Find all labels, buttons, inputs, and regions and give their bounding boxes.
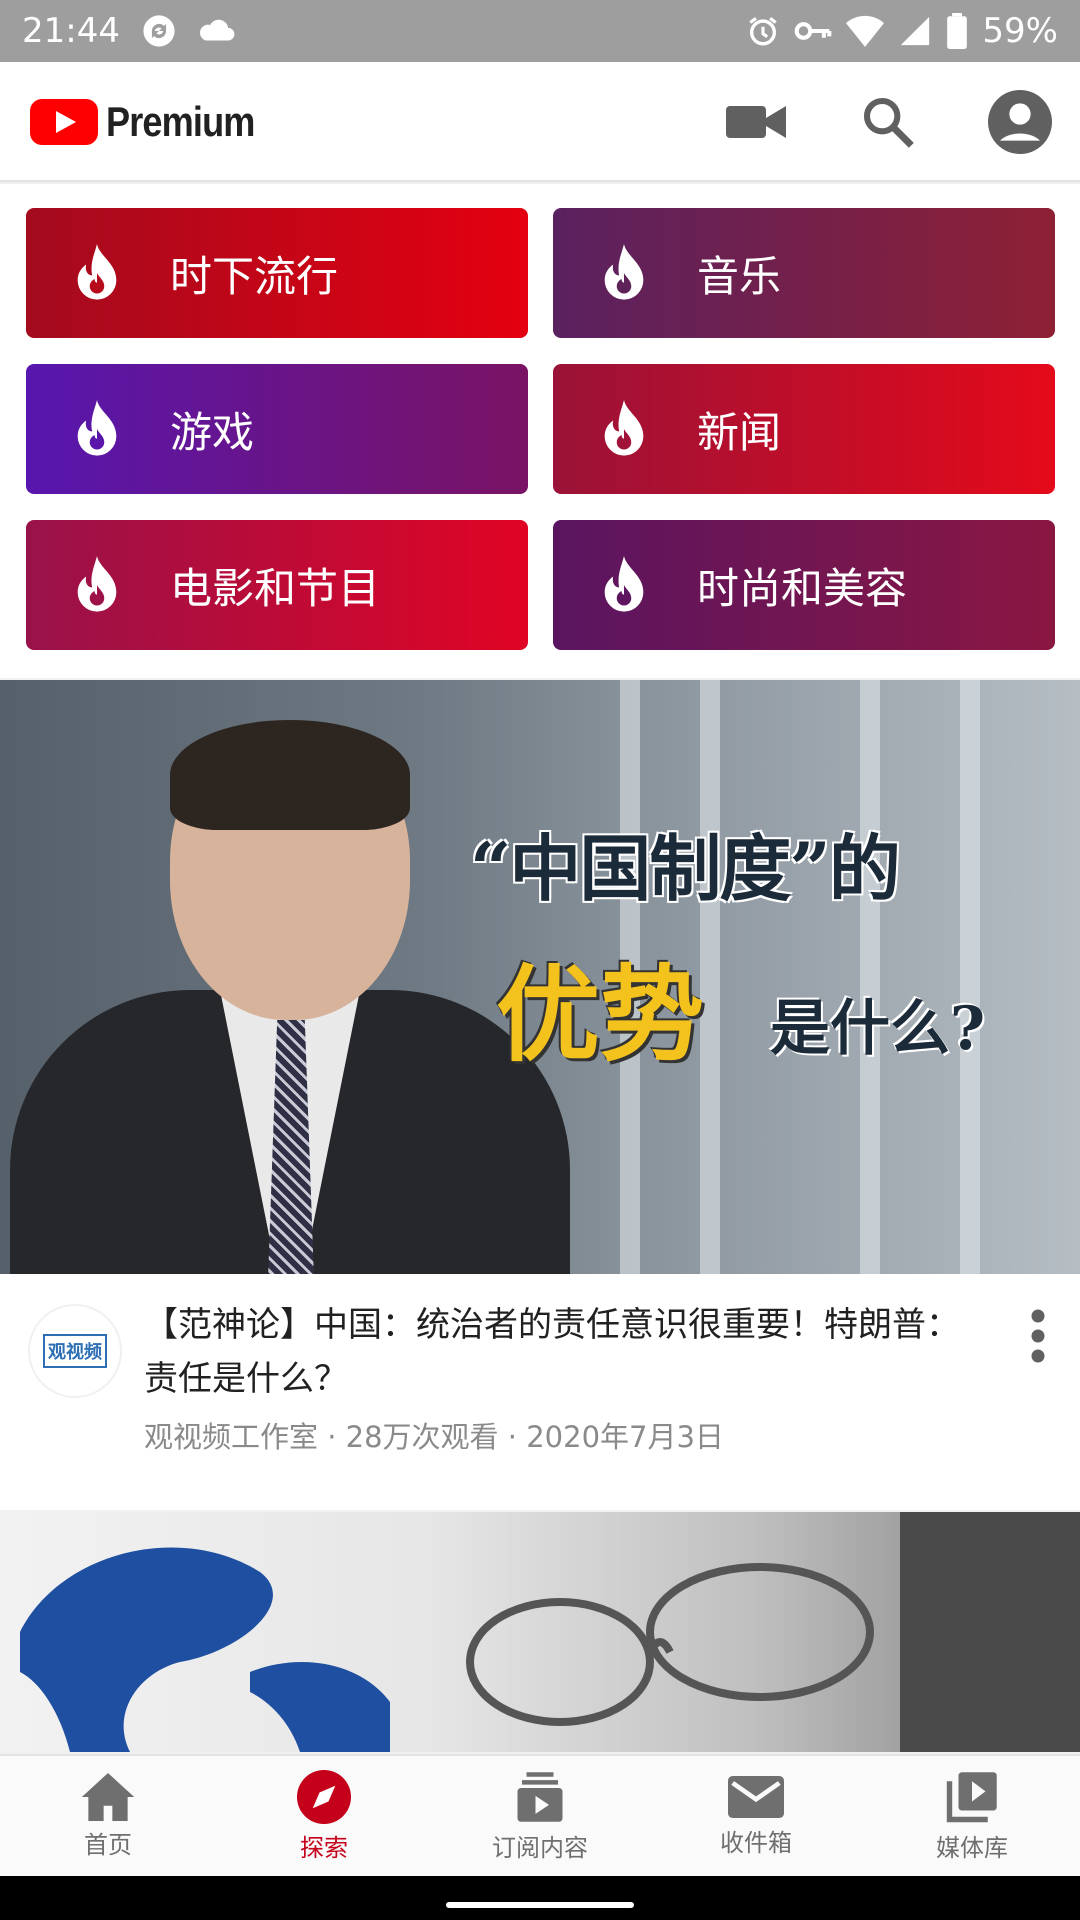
mail-icon (728, 1775, 784, 1818)
explore-categories: 时下流行 音乐 游戏 新闻 电影和节目 时尚和美容 (0, 184, 1080, 678)
wifi-icon (846, 15, 885, 47)
nav-label: 探索 (300, 1833, 348, 1862)
battery-percent: 59% (982, 11, 1058, 51)
sync-icon (143, 15, 175, 47)
vpn-key-icon (795, 22, 832, 40)
app-bar: Premium (0, 62, 1080, 182)
cloud-icon (199, 19, 235, 41)
youtube-premium-logo[interactable]: Premium (30, 98, 279, 146)
thumbnail-caption-line2: 优势 (496, 953, 705, 1076)
bottom-navigation: 首页 探索 订阅内容 收件箱 媒体库 (0, 1754, 1080, 1876)
signal-icon (901, 16, 930, 46)
category-news[interactable]: 新闻 (553, 364, 1055, 494)
nav-library[interactable]: 媒体库 (864, 1756, 1080, 1876)
presenter-hair (170, 720, 410, 830)
nav-label: 收件箱 (720, 1828, 792, 1857)
flame-icon (604, 400, 644, 456)
more-vert-icon (1031, 1309, 1045, 1363)
cast-camera-button[interactable] (724, 90, 788, 154)
flame-icon (77, 400, 117, 456)
background-shelf (960, 680, 980, 1274)
category-trending[interactable]: 时下流行 (26, 208, 528, 338)
category-label: 时下流行 (170, 251, 339, 301)
subscriptions-icon (517, 1771, 563, 1822)
thumbnail-artwork (20, 1512, 1080, 1752)
flame-icon (604, 556, 644, 612)
nav-home[interactable]: 首页 (0, 1756, 216, 1876)
status-bar: 21:44 59% (0, 0, 1080, 62)
category-label: 时尚和美容 (697, 563, 908, 613)
video-thumbnail[interactable] (0, 1512, 1080, 1752)
video-thumbnail[interactable]: “中国制度”的 优势 是什么? (0, 680, 1080, 1274)
account-button[interactable] (988, 90, 1052, 154)
category-label: 游戏 (170, 407, 255, 457)
flame-icon (77, 244, 117, 300)
category-movies-shows[interactable]: 电影和节目 (26, 520, 528, 650)
battery-icon (947, 13, 968, 49)
category-music[interactable]: 音乐 (553, 208, 1055, 338)
flame-icon (604, 244, 644, 300)
youtube-play-icon (30, 99, 98, 145)
status-time: 21:44 (22, 11, 120, 51)
nav-label: 首页 (84, 1830, 132, 1859)
category-label: 电影和节目 (170, 563, 381, 613)
nav-label: 媒体库 (936, 1833, 1008, 1862)
nav-inbox[interactable]: 收件箱 (648, 1756, 864, 1876)
nav-subscriptions[interactable]: 订阅内容 (432, 1756, 648, 1876)
video-camera-icon (726, 106, 786, 138)
logo-text: Premium (106, 98, 255, 145)
video-meta: 观视频工作室 · 28万次观看 · 2020年7月3日 (144, 1420, 724, 1454)
more-options-button[interactable] (1018, 1306, 1058, 1366)
background-shelf (860, 680, 880, 1274)
home-icon (81, 1772, 135, 1821)
thumbnail-caption-line1: “中国制度”的 (470, 826, 901, 911)
flame-icon (77, 556, 117, 612)
channel-logo-text: 观视频 (43, 1334, 107, 1368)
video-title[interactable]: 【范神论】中国：统治者的责任意识很重要！特朗普：责任是什么？ (144, 1298, 984, 1406)
video-info[interactable]: 观视频 【范神论】中国：统治者的责任意识很重要！特朗普：责任是什么？ 观视频工作… (0, 1274, 1080, 1510)
nav-explore[interactable]: 探索 (216, 1756, 432, 1876)
category-label: 音乐 (697, 251, 782, 301)
search-button[interactable] (856, 90, 920, 154)
home-gesture-handle[interactable] (446, 1902, 634, 1908)
account-icon (988, 90, 1052, 154)
alarm-icon (749, 17, 778, 46)
category-gaming[interactable]: 游戏 (26, 364, 528, 494)
category-fashion-beauty[interactable]: 时尚和美容 (553, 520, 1055, 650)
channel-avatar[interactable]: 观视频 (28, 1304, 122, 1398)
compass-icon (297, 1769, 351, 1824)
library-icon (946, 1771, 997, 1822)
thumbnail-caption-line3: 是什么? (770, 994, 986, 1064)
nav-label: 订阅内容 (492, 1833, 588, 1862)
system-gesture-bar (0, 1876, 1080, 1920)
category-label: 新闻 (697, 407, 782, 457)
search-icon (863, 97, 914, 148)
